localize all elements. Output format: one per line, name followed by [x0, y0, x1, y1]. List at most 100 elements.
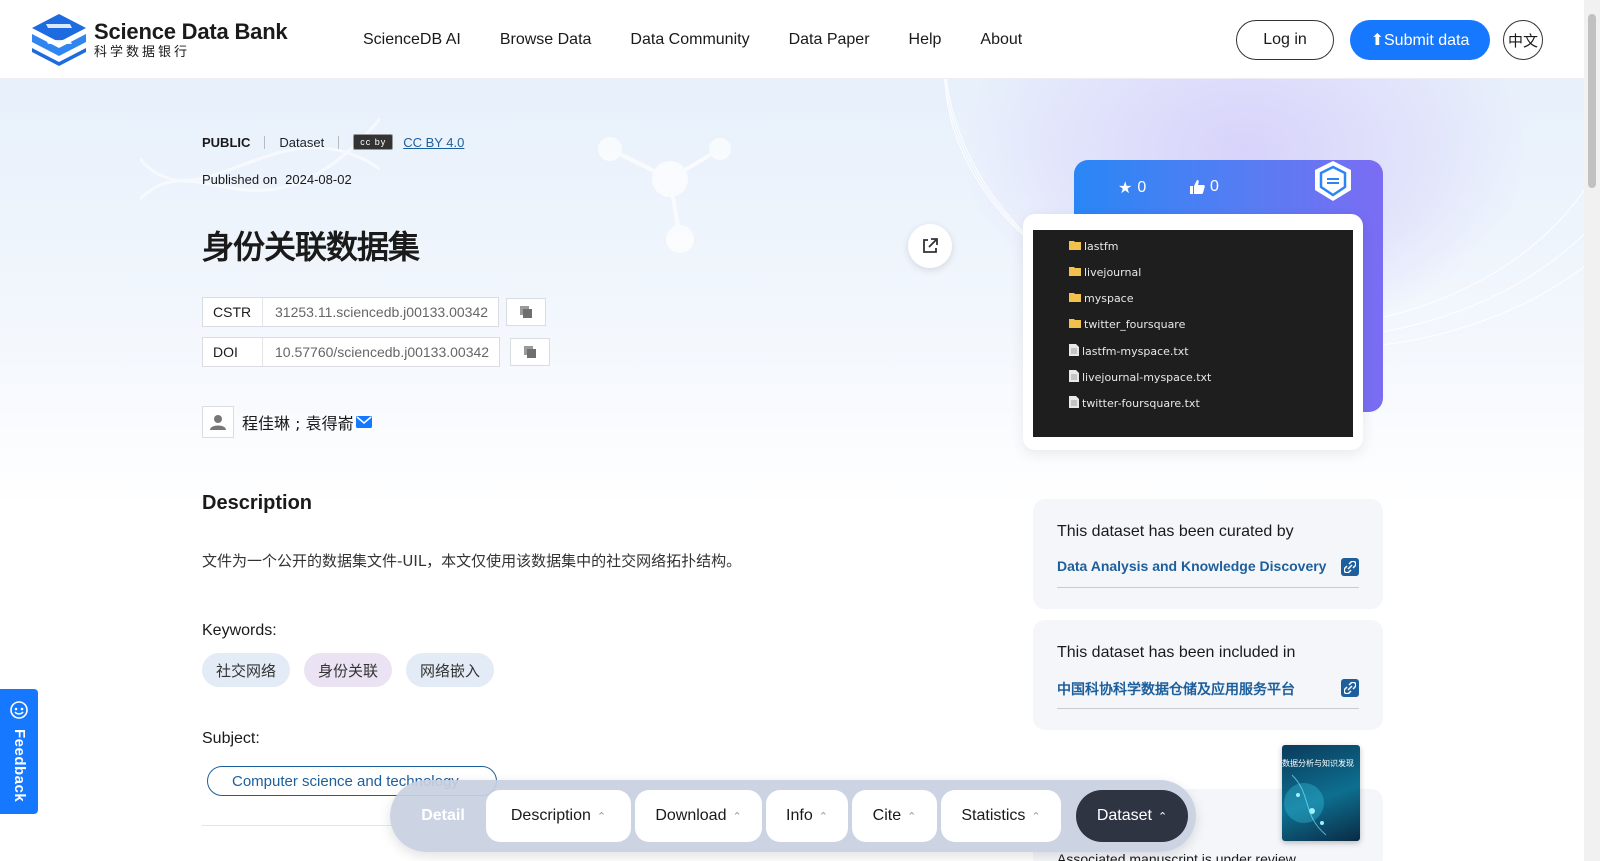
main-nav: ScienceDB AI Browse Data Data Community … [363, 0, 1061, 79]
manuscript-status: Associated manuscript is under review [1057, 851, 1296, 861]
visibility-label: PUBLIC [202, 134, 251, 150]
tab-description[interactable]: Description ⌃ [486, 790, 631, 842]
file-name: myspace [1084, 292, 1134, 305]
file-item: lastfm-myspace.txt [1069, 344, 1189, 359]
sciencedb-logo-icon [32, 14, 86, 66]
nav-about[interactable]: About [980, 31, 1022, 49]
nav-sciencedb-ai[interactable]: ScienceDB AI [363, 31, 461, 49]
keyword-tag[interactable]: 网络嵌入 [406, 653, 495, 687]
document-icon [1069, 370, 1079, 385]
tab-info[interactable]: Info ⌃ [766, 790, 848, 842]
dataset-meta-row: PUBLIC Dataset cc by CC BY 4.0 [202, 134, 464, 150]
star-count[interactable]: ★︎ 0 [1118, 178, 1146, 198]
doi-value[interactable]: 10.57760/sciencedb.j00133.00342 [263, 344, 499, 360]
chevron-up-icon: ⌃ [596, 810, 607, 823]
scrollbar-thumb[interactable] [1588, 14, 1596, 188]
dataset-title: 身份关联数据集 [202, 228, 420, 266]
divider [1057, 708, 1359, 709]
tab-label: Dataset [1096, 807, 1152, 824]
keyword-tag[interactable]: 身份关联 [304, 653, 393, 687]
site-logo[interactable]: Science Data Bank 科学数据银行 [30, 12, 288, 68]
folder-icon [1069, 292, 1081, 305]
tab-cite[interactable]: Cite ⌃ [852, 790, 937, 842]
divider [1057, 587, 1359, 588]
file-name: livejournal-myspace.txt [1082, 371, 1212, 384]
section-tabbar: Detail Description ⌃ Download ⌃ Info ⌃ Cite… [390, 780, 1196, 852]
language-toggle[interactable]: 中文 [1503, 20, 1543, 60]
curated-heading: This dataset has been curated by [1057, 523, 1294, 540]
cstr-value[interactable]: 31253.11.sciencedb.j00133.00342 [263, 304, 498, 320]
logo-text-cn: 科学数据银行 [94, 44, 191, 59]
external-share-icon [923, 238, 938, 253]
dna-decor-icon [140, 118, 380, 201]
folder-item: twitter_foursquare [1069, 318, 1185, 331]
cc-license-badge: cc by [353, 134, 394, 150]
upload-icon: ⬆︎ [1370, 32, 1384, 49]
tab-label: Info [786, 807, 813, 824]
logo-text-en: Science Data Bank [94, 19, 288, 44]
nav-data-paper[interactable]: Data Paper [789, 31, 870, 49]
keywords-label: Keywords: [202, 622, 277, 639]
keyword-tag[interactable]: 社交网络 [202, 653, 291, 687]
thumbs-up-icon [1190, 180, 1205, 194]
document-icon [1069, 396, 1079, 411]
tab-label: Statistics [961, 807, 1026, 824]
chevron-up-icon: ⌃ [818, 810, 828, 823]
nav-browse-data[interactable]: Browse Data [500, 31, 592, 49]
description-text: 文件为一个公开的数据集文件-UIL，本文仅使用该数据集中的社交网络拓扑结构。 [202, 552, 742, 570]
certified-shield-icon [1315, 161, 1351, 201]
submit-data-label: Submit data [1384, 32, 1470, 49]
folder-icon [1069, 266, 1081, 279]
tab-detail[interactable]: Detail [408, 790, 478, 842]
star-icon: ★︎ [1118, 180, 1133, 197]
feedback-label: Feedback [11, 729, 28, 803]
external-link-icon[interactable] [1341, 679, 1359, 697]
nav-help[interactable]: Help [909, 31, 942, 49]
published-label: Published on [202, 172, 278, 187]
license-link[interactable]: CC BY 4.0 [403, 135, 464, 150]
external-link-icon[interactable] [1341, 558, 1359, 576]
email-icon[interactable] [355, 415, 372, 429]
curated-link[interactable]: Data Analysis and Knowledge Discovery [1057, 558, 1326, 574]
feedback-button[interactable]: Feedback [0, 689, 38, 814]
divider [338, 135, 340, 149]
page-scrollbar[interactable] [1584, 0, 1600, 861]
journal-cover[interactable]: 数据分析与知识发现 [1282, 745, 1360, 841]
copy-cstr-button[interactable] [506, 298, 546, 326]
copy-icon [520, 306, 532, 318]
tab-label: Download [655, 807, 727, 824]
cstr-field: CSTR 31253.11.sciencedb.j00133.00342 [202, 297, 500, 327]
curated-by-box: This dataset has been curated by Data An… [1033, 499, 1383, 609]
tab-dataset[interactable]: Dataset ⌃ [1076, 790, 1188, 842]
author-row: 程佳琳 ; 袁得嵛 [202, 406, 372, 438]
file-name: twitter-foursquare.txt [1082, 397, 1200, 410]
user-icon [210, 415, 226, 430]
file-preview-card[interactable]: lastfm livejournal myspace twitter_foursqua… [1023, 214, 1363, 450]
chevron-up-icon: ⌃ [1157, 810, 1168, 823]
tab-download[interactable]: Download ⌃ [635, 790, 762, 842]
cstr-label: CSTR [203, 298, 263, 326]
file-name: lastfm [1084, 240, 1119, 253]
top-navbar: Science Data Bank 科学数据银行 ScienceDB AI Br… [0, 0, 1584, 79]
included-in-box: This dataset has been included in 中国科协科学… [1033, 620, 1383, 730]
copy-icon [524, 346, 536, 358]
copy-doi-button[interactable] [510, 338, 550, 366]
folder-icon [1069, 240, 1081, 253]
author-avatar [202, 406, 234, 438]
file-name: livejournal [1084, 266, 1142, 279]
file-name: lastfm-myspace.txt [1082, 345, 1189, 358]
login-button[interactable]: Log in [1236, 20, 1334, 60]
folder-icon [1069, 318, 1081, 331]
like-count[interactable]: 0 [1190, 178, 1219, 196]
nav-data-community[interactable]: Data Community [630, 31, 749, 49]
included-link[interactable]: 中国科协科学数据仓储及应用服务平台 [1057, 679, 1295, 699]
published-value: 2024-08-02 [285, 172, 352, 187]
submit-data-button[interactable]: ⬆︎Submit data [1350, 20, 1490, 60]
tab-label: Description [510, 807, 591, 824]
share-button[interactable] [908, 224, 952, 268]
tab-label: Cite [872, 807, 902, 824]
author-names[interactable]: 程佳琳 ; 袁得嵛 [242, 410, 354, 434]
divider [264, 135, 266, 149]
tab-statistics[interactable]: Statistics ⌃ [941, 790, 1061, 842]
keyword-list: 社交网络 身份关联 网络嵌入 [202, 653, 508, 687]
